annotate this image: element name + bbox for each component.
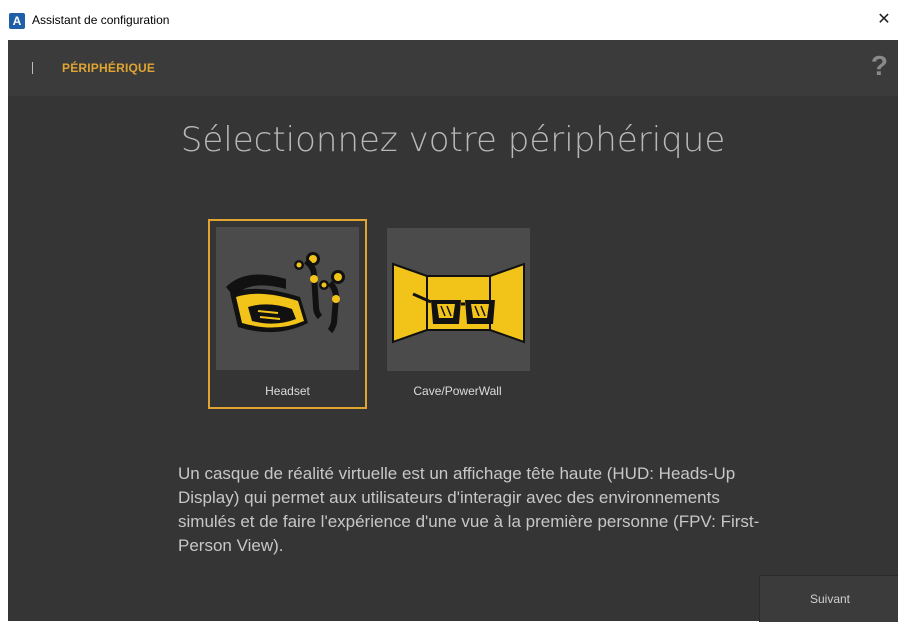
step-separator (32, 62, 33, 74)
cave-tile-image (387, 228, 530, 371)
device-label-headset: Headset (265, 384, 310, 398)
vr-headset-icon (226, 252, 345, 334)
device-option-headset[interactable]: Headset (208, 219, 367, 409)
title-bar: A Assistant de configuration ✕ (0, 0, 898, 40)
help-icon[interactable]: ? (871, 50, 888, 82)
device-description: Un casque de réalité virtuelle est un af… (178, 464, 760, 555)
page-title: Sélectionnez votre périphérique (180, 120, 726, 160)
device-option-cave-powerwall[interactable]: Cave/PowerWall (380, 221, 535, 407)
configuration-wizard-window: A Assistant de configuration ✕ PÉRIPHÉRI… (0, 0, 898, 622)
window-title: Assistant de configuration (32, 13, 170, 27)
cave-powerwall-icon (392, 262, 525, 344)
step-bar: PÉRIPHÉRIQUE ? (8, 40, 898, 96)
app-logo-icon: A (9, 13, 25, 29)
headset-tile-image (216, 227, 359, 370)
close-button[interactable]: ✕ (870, 8, 898, 32)
device-label-cave-powerwall: Cave/PowerWall (413, 384, 502, 398)
current-step-label: PÉRIPHÉRIQUE (62, 61, 156, 75)
wizard-content: PÉRIPHÉRIQUE ? Sélectionnez votre périph… (8, 40, 898, 622)
next-button[interactable]: Suivant (759, 575, 898, 622)
